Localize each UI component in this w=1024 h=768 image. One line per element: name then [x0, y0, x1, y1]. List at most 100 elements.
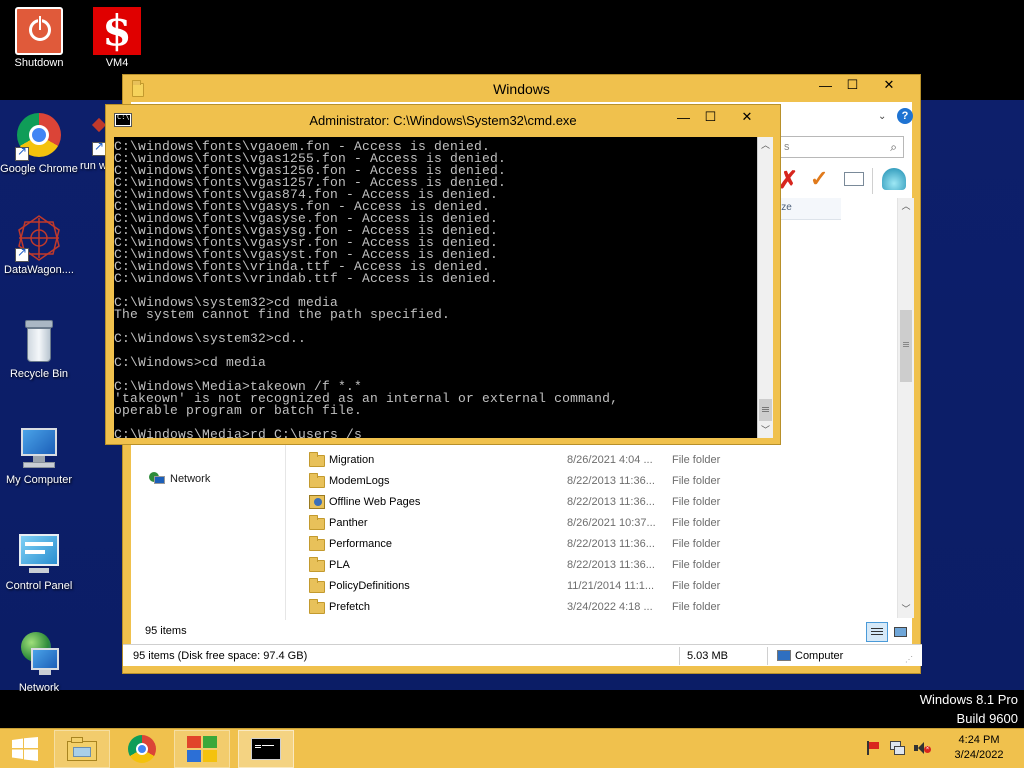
cmd-window[interactable]: C:\ Administrator: C:\Windows\System32\c…	[105, 104, 781, 445]
desktop-icon-label: Google Chrome	[0, 163, 78, 175]
file-type: File folder	[672, 496, 721, 508]
desktop-icon-label: Control Panel	[5, 580, 73, 592]
run-desktop-icon[interactable]: run w	[70, 117, 110, 173]
scroll-down-arrow[interactable]: ﹀	[898, 601, 914, 618]
file-name: Performance	[329, 538, 392, 550]
file-date: 8/22/2013 11:36...	[567, 559, 655, 571]
shell-icon[interactable]	[882, 168, 906, 190]
control-panel-icon	[15, 530, 63, 578]
file-type: File folder	[672, 559, 721, 571]
taskbar-chrome[interactable]	[114, 730, 170, 768]
folder-icon	[309, 452, 325, 468]
file-date: 11/21/2014 11:1...	[567, 580, 655, 592]
table-row[interactable]: PolicyDefinitions 11/21/2014 11:1... Fil…	[307, 576, 897, 597]
taskbar-app[interactable]	[174, 730, 230, 768]
table-row[interactable]: Performance 8/22/2013 11:36... File fold…	[307, 534, 897, 555]
close-button[interactable]: ✕	[866, 75, 912, 95]
network-desktop-icon[interactable]: Network	[0, 632, 78, 695]
file-date: 8/22/2013 11:36...	[567, 538, 655, 550]
windows-flag-icon	[187, 736, 217, 762]
windows-edition-watermark: Windows 8.1 Pro Build 9600	[920, 690, 1018, 728]
explorer-titlebar[interactable]: Windows — ☐ ✕	[123, 75, 920, 102]
computer-icon	[777, 650, 791, 661]
nav-item-label: Network	[170, 473, 211, 485]
search-input[interactable]: s ⌕	[780, 136, 904, 158]
cmd-titlebar[interactable]: C:\ Administrator: C:\Windows\System32\c…	[106, 105, 780, 135]
console-scrollbar[interactable]: ︿ ﹀	[757, 137, 773, 438]
close-button[interactable]: ✕	[724, 107, 770, 127]
folder-icon	[309, 599, 325, 615]
scroll-up-arrow[interactable]: ︿	[758, 137, 773, 153]
folder-icon	[309, 515, 325, 531]
table-row[interactable]: PLA 8/22/2013 11:36... File folder	[307, 555, 897, 576]
check-icon[interactable]: ✓	[810, 166, 828, 192]
folder-icon	[309, 473, 325, 489]
network-tray-icon[interactable]	[890, 741, 906, 755]
recycle-bin-desktop-icon[interactable]: Recycle Bin	[0, 318, 78, 381]
console-line: operable program or batch file.	[114, 403, 363, 418]
file-type: File folder	[672, 601, 721, 613]
table-row[interactable]: Panther 8/26/2021 10:37... File folder	[307, 513, 897, 534]
console-line: C:\windows\fonts\vrindab.ttf - Access is…	[114, 271, 499, 286]
folder-icon	[309, 536, 325, 552]
help-icon[interactable]: ?	[897, 108, 913, 124]
file-type: File folder	[672, 454, 721, 466]
large-icons-view-icon	[894, 627, 907, 637]
scroll-thumb[interactable]	[900, 310, 912, 382]
properties-icon[interactable]	[844, 172, 864, 186]
large-icons-view-button[interactable]	[891, 622, 911, 642]
maximize-button[interactable]: ☐	[697, 107, 724, 127]
delete-icon[interactable]: ✗	[778, 166, 798, 195]
chrome-icon	[128, 735, 156, 763]
table-row[interactable]: Prefetch 3/24/2022 4:18 ... File folder	[307, 597, 897, 618]
table-row[interactable]: Migration 8/26/2021 4:04 ... File folder	[307, 450, 897, 471]
file-type: File folder	[672, 538, 721, 550]
vm4-desktop-icon[interactable]: $ VM4	[78, 7, 156, 70]
status-bar: 95 items (Disk free space: 97.4 GB) 5.03…	[123, 644, 922, 666]
details-view-button[interactable]	[866, 622, 888, 642]
file-date: 3/24/2022 4:18 ...	[567, 601, 653, 613]
windows-build: Build 9600	[956, 711, 1018, 726]
file-date: 8/26/2021 10:37...	[567, 517, 656, 529]
datawagon-desktop-icon[interactable]: DataWagon....	[0, 214, 78, 277]
offline-web-pages-icon	[309, 495, 325, 509]
start-button[interactable]	[0, 730, 50, 768]
file-list-scrollbar[interactable]: ︿ ﹀	[897, 198, 914, 618]
toolbar: ✗ ✓	[776, 166, 916, 196]
status-size: 5.03 MB	[687, 650, 728, 662]
file-name: PLA	[329, 559, 350, 571]
clock[interactable]: 4:24 PM 3/24/2022	[942, 733, 1016, 763]
table-row[interactable]: Offline Web Pages 8/22/2013 11:36... Fil…	[307, 492, 897, 513]
desktop-icon-label: DataWagon....	[4, 264, 74, 276]
toolbar-divider	[872, 168, 873, 194]
ribbon-toggle[interactable]: ⌄	[878, 111, 886, 122]
scroll-down-arrow[interactable]: ﹀	[758, 422, 773, 438]
maximize-button[interactable]: ☐	[839, 75, 866, 95]
file-type: File folder	[672, 580, 721, 592]
resize-grip-icon[interactable]: ⋰	[905, 655, 913, 664]
scroll-thumb[interactable]	[759, 399, 772, 421]
network-icon	[15, 632, 63, 680]
power-icon	[15, 7, 63, 55]
action-center-icon[interactable]	[866, 741, 880, 755]
console-output[interactable]: C:\windows\fonts\vgaoem.fon - Access is …	[114, 137, 757, 438]
volume-tray-icon[interactable]: ×	[914, 741, 932, 755]
minimize-button[interactable]: —	[812, 75, 839, 95]
shutdown-desktop-icon[interactable]: Shutdown	[0, 7, 78, 70]
google-chrome-desktop-icon[interactable]: Google Chrome	[0, 113, 78, 176]
column-header-size[interactable]: ize	[775, 198, 841, 220]
scroll-up-arrow[interactable]: ︿	[898, 198, 914, 215]
desktop-icon-label: My Computer	[5, 474, 73, 486]
console-line: C:\Windows\system32>cd..	[114, 331, 307, 346]
status-items: 95 items (Disk free space: 97.4 GB)	[133, 650, 308, 662]
taskbar-cmd[interactable]	[238, 730, 294, 768]
control-panel-desktop-icon[interactable]: Control Panel	[0, 530, 78, 593]
table-row[interactable]: ModemLogs 8/22/2013 11:36... File folder	[307, 471, 897, 492]
search-icon: ⌕	[890, 140, 897, 154]
minimize-button[interactable]: —	[670, 107, 697, 127]
nav-item-network[interactable]: Network	[149, 472, 210, 486]
my-computer-desktop-icon[interactable]: My Computer	[0, 424, 78, 487]
file-name: Panther	[329, 517, 368, 529]
file-name: ModemLogs	[329, 475, 390, 487]
taskbar-file-explorer[interactable]	[54, 730, 110, 768]
